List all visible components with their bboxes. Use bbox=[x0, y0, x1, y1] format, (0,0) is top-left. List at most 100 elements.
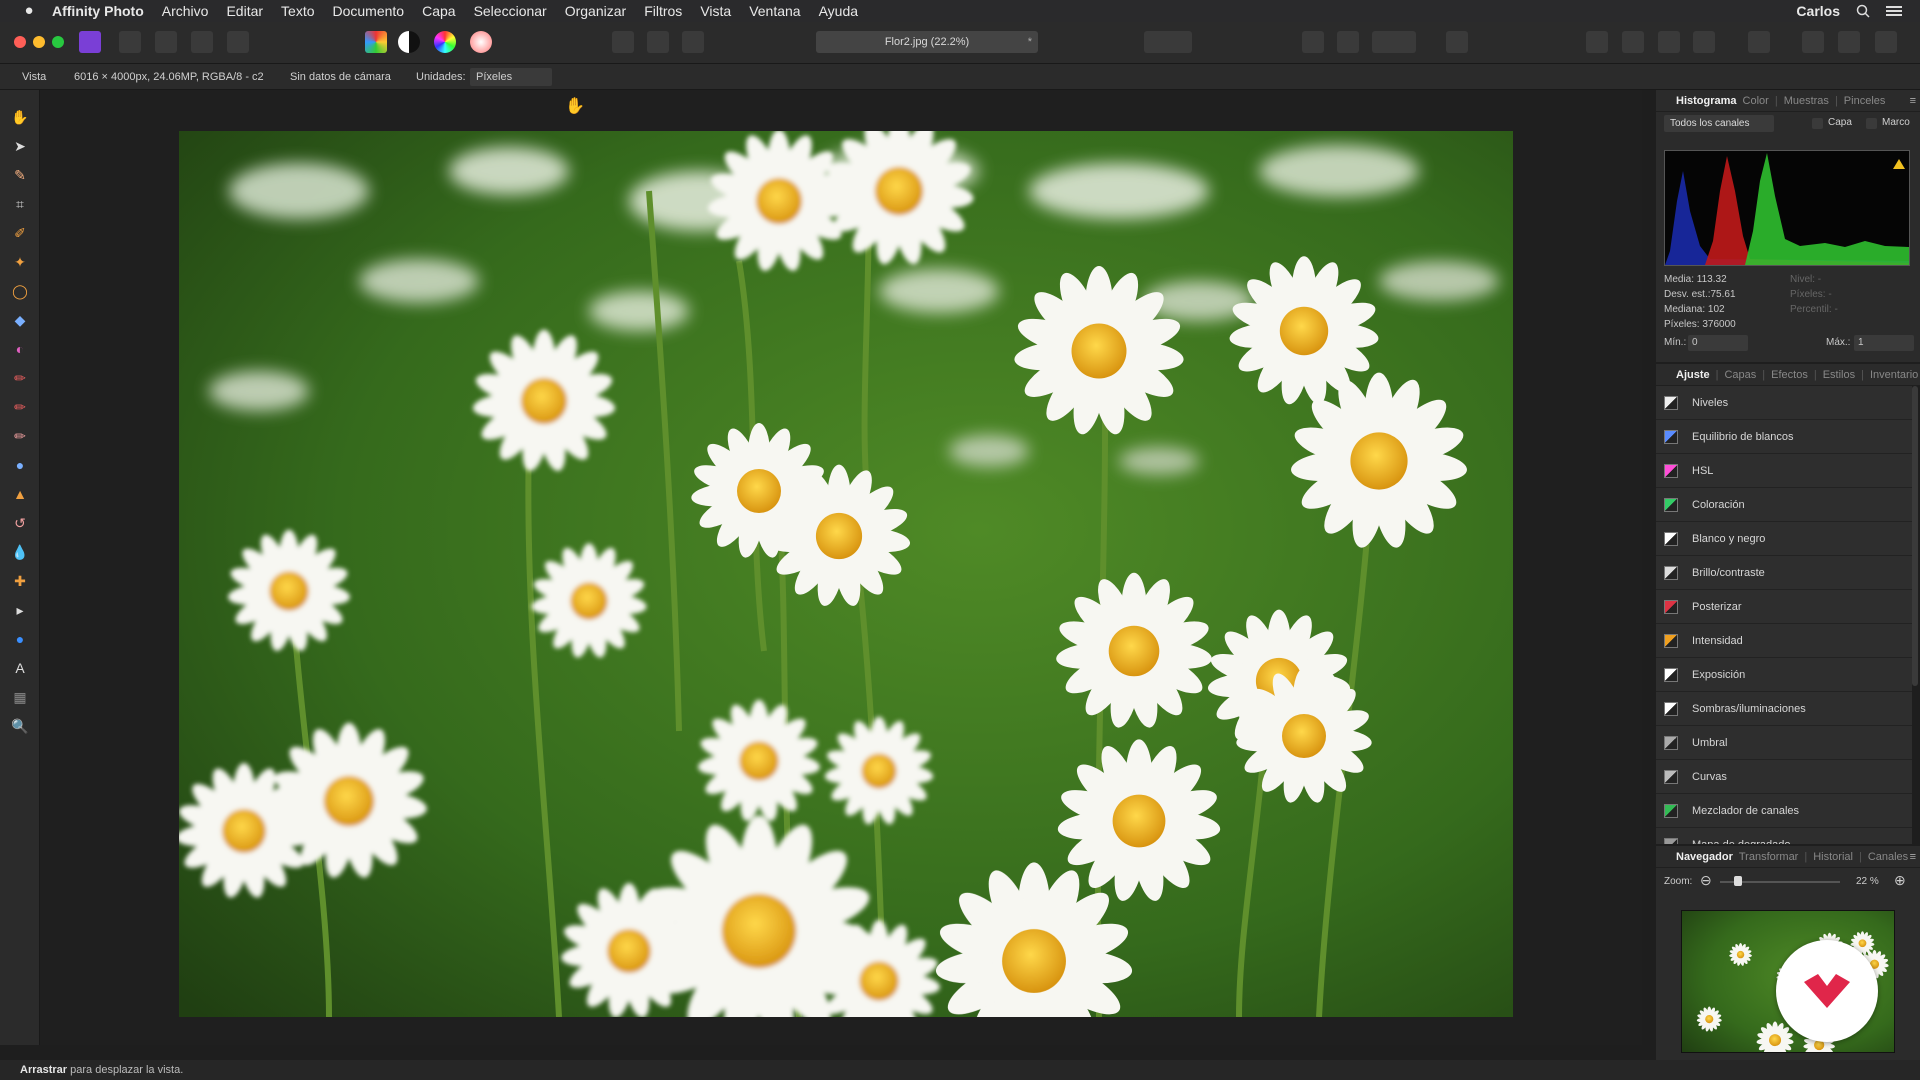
user-name[interactable]: Carlos bbox=[1796, 3, 1840, 19]
auto-colors-icon[interactable] bbox=[434, 31, 456, 53]
tab-pinceles[interactable]: Pinceles bbox=[1844, 95, 1886, 107]
menu-ventana[interactable]: Ventana bbox=[749, 3, 800, 19]
menu-vista[interactable]: Vista bbox=[700, 3, 731, 19]
close-window-button[interactable] bbox=[14, 36, 26, 48]
minimize-window-button[interactable] bbox=[33, 36, 45, 48]
arrange-forward-icon[interactable] bbox=[1622, 31, 1644, 53]
flip-icon[interactable] bbox=[1748, 31, 1770, 53]
crop-tool-icon[interactable]: ⌗ bbox=[11, 195, 29, 213]
zoom-slider-handle[interactable] bbox=[1734, 876, 1742, 886]
healing-brush-tool-icon[interactable]: ✚ bbox=[11, 572, 29, 590]
flood-select-tool-icon[interactable]: ✦ bbox=[11, 253, 29, 271]
tab-histograma[interactable]: Histograma bbox=[1676, 95, 1737, 107]
tab-inventario[interactable]: Inventario bbox=[1870, 369, 1918, 381]
marco-checkbox[interactable] bbox=[1866, 118, 1877, 129]
paint-brush-tool-icon[interactable]: ✏ bbox=[11, 369, 29, 387]
close-document-icon[interactable]: * bbox=[1028, 31, 1032, 53]
mesh-warp-tool-icon[interactable]: ▦ bbox=[11, 688, 29, 706]
select-all-icon[interactable] bbox=[612, 31, 634, 53]
gradient-tool-icon[interactable]: ◐ bbox=[11, 340, 29, 358]
menu-editar[interactable]: Editar bbox=[226, 3, 263, 19]
document-image[interactable] bbox=[179, 131, 1513, 1017]
develop-persona-icon[interactable] bbox=[155, 31, 177, 53]
adjustment-item[interactable]: Brillo/contraste bbox=[1656, 556, 1912, 590]
capa-checkbox[interactable] bbox=[1812, 118, 1823, 129]
zoom-value[interactable]: 22 % bbox=[1856, 876, 1879, 887]
selection-brush-tool-icon[interactable]: ✐ bbox=[11, 224, 29, 242]
zoom-in-icon[interactable]: ⊕ bbox=[1894, 872, 1906, 889]
menu-app-name[interactable]: Affinity Photo bbox=[52, 3, 144, 19]
adjustment-item[interactable]: Exposición bbox=[1656, 658, 1912, 692]
zoom-tool-icon[interactable]: 🔍 bbox=[11, 717, 29, 735]
undo-brush-tool-icon[interactable]: ↺ bbox=[11, 514, 29, 532]
pen-tool-icon[interactable]: ▸ bbox=[11, 601, 29, 619]
auto-contrast-icon[interactable] bbox=[398, 31, 420, 53]
menu-seleccionar[interactable]: Seleccionar bbox=[474, 3, 547, 19]
menu-ayuda[interactable]: Ayuda bbox=[819, 3, 858, 19]
menu-organizar[interactable]: Organizar bbox=[565, 3, 626, 19]
tab-navegador[interactable]: Navegador bbox=[1676, 851, 1733, 863]
apple-icon[interactable]: ● bbox=[20, 3, 38, 19]
document-tab[interactable]: Flor2.jpg (22.2%) * bbox=[816, 31, 1038, 53]
adjustment-item[interactable]: Mapa de degradado bbox=[1656, 828, 1912, 844]
boolean-intersect-icon[interactable] bbox=[1875, 31, 1897, 53]
tab-estilos[interactable]: Estilos bbox=[1823, 369, 1855, 381]
max-field[interactable]: 1 bbox=[1854, 335, 1914, 351]
text-tool-icon[interactable]: A bbox=[11, 659, 29, 677]
snapping-icon[interactable] bbox=[1302, 31, 1324, 53]
flood-fill-tool-icon[interactable]: ◆ bbox=[11, 311, 29, 329]
tab-color[interactable]: Color bbox=[1743, 95, 1769, 107]
min-field[interactable]: 0 bbox=[1688, 335, 1748, 351]
view-hand-tool-icon[interactable]: ✋ bbox=[11, 108, 29, 126]
tab-capas[interactable]: Capas bbox=[1724, 369, 1756, 381]
move-tool-icon[interactable]: ➤ bbox=[11, 137, 29, 155]
tab-ajuste[interactable]: Ajuste bbox=[1676, 369, 1710, 381]
dodge-brush-tool-icon[interactable]: ● bbox=[11, 456, 29, 474]
adjustment-item[interactable]: Niveles bbox=[1656, 386, 1912, 420]
units-select[interactable]: Píxeles bbox=[470, 68, 552, 86]
adjustment-item[interactable]: HSL bbox=[1656, 454, 1912, 488]
adjustment-item[interactable]: Mezclador de canales bbox=[1656, 794, 1912, 828]
shape-tool-icon[interactable]: ● bbox=[11, 630, 29, 648]
auto-levels-icon[interactable] bbox=[365, 31, 387, 53]
tone-mapping-persona-icon[interactable] bbox=[191, 31, 213, 53]
arrange-front-icon[interactable] bbox=[1586, 31, 1608, 53]
list-menu-icon[interactable] bbox=[1886, 5, 1902, 17]
tab-canales[interactable]: Canales bbox=[1868, 851, 1908, 863]
invert-selection-icon[interactable] bbox=[682, 31, 704, 53]
deselect-icon[interactable] bbox=[647, 31, 669, 53]
color-replacement-tool-icon[interactable]: ✏ bbox=[11, 398, 29, 416]
alignment-icon[interactable] bbox=[1337, 31, 1359, 53]
zoom-window-button[interactable] bbox=[52, 36, 64, 48]
export-persona-icon[interactable] bbox=[227, 31, 249, 53]
photo-persona-icon[interactable] bbox=[79, 31, 101, 53]
tab-muestras[interactable]: Muestras bbox=[1784, 95, 1829, 107]
menu-filtros[interactable]: Filtros bbox=[644, 3, 682, 19]
channel-select[interactable]: Todos los canales bbox=[1664, 115, 1774, 132]
tab-efectos[interactable]: Efectos bbox=[1771, 369, 1808, 381]
adjustment-item[interactable]: Curvas bbox=[1656, 760, 1912, 794]
quick-mask-icon[interactable] bbox=[1144, 31, 1192, 53]
menu-documento[interactable]: Documento bbox=[333, 3, 405, 19]
smudge-brush-icon[interactable] bbox=[1446, 31, 1468, 53]
boolean-add-icon[interactable] bbox=[1802, 31, 1824, 53]
adjustment-item[interactable]: Umbral bbox=[1656, 726, 1912, 760]
menu-texto[interactable]: Texto bbox=[281, 3, 314, 19]
adjustment-item[interactable]: Equilibrio de blancos bbox=[1656, 420, 1912, 454]
tab-historial[interactable]: Historial bbox=[1813, 851, 1853, 863]
tab-transformar[interactable]: Transformar bbox=[1739, 851, 1799, 863]
navigator-menu-icon[interactable]: ≡ bbox=[1910, 851, 1916, 863]
menu-capa[interactable]: Capa bbox=[422, 3, 455, 19]
search-icon[interactable] bbox=[1856, 4, 1870, 18]
arrange-back-icon[interactable] bbox=[1693, 31, 1715, 53]
adjustment-item[interactable]: Coloración bbox=[1656, 488, 1912, 522]
menu-archivo[interactable]: Archivo bbox=[162, 3, 209, 19]
color-picker-tool-icon[interactable]: ✎ bbox=[11, 166, 29, 184]
zoom-out-icon[interactable]: ⊖ bbox=[1700, 872, 1712, 889]
clone-brush-tool-icon[interactable]: ▲ bbox=[11, 485, 29, 503]
adjustment-item[interactable]: Intensidad bbox=[1656, 624, 1912, 658]
adjustment-item[interactable]: Sombras/iluminaciones bbox=[1656, 692, 1912, 726]
freehand-selection-tool-icon[interactable]: ◯ bbox=[11, 282, 29, 300]
assistant-icon[interactable] bbox=[1372, 31, 1416, 53]
panel-menu-icon[interactable]: ≡ bbox=[1910, 95, 1916, 107]
